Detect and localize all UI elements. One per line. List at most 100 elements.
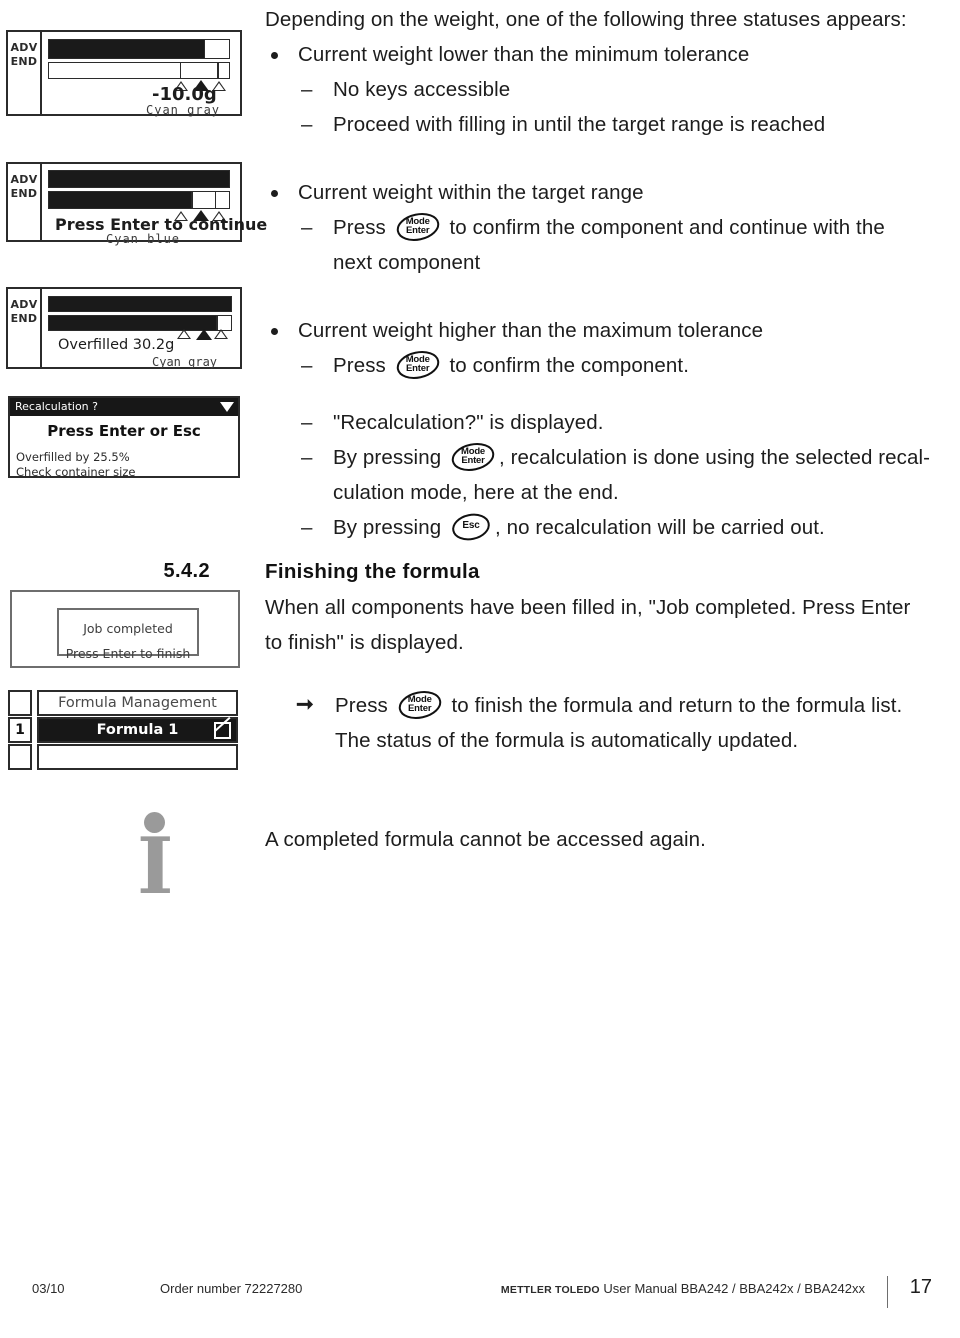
by-pressing-label: By pressing [333,516,442,539]
progress-bar-bottom [48,191,230,209]
info-icon: I [137,812,174,912]
action-status-updated: The status of the formula is automatical… [265,723,955,758]
action-press-finish: ➞ Press Mode Enter to finish the formula… [265,688,955,723]
dialog-title: Recalculation ? [15,400,98,413]
sub-item-recalculation-displayed: – "Recalculation?" is displayed. [265,405,955,440]
display-side-indicators: ADV END [8,164,42,240]
dialog-detail-line-1: Overfilled by 25.5% [16,450,130,464]
sub-item-press-confirm: – Press Mode Enter to confirm the compon… [265,348,955,383]
press-label: Press [335,694,388,717]
dash-bullet-icon: – [301,78,313,101]
display-screen: -10.0g Cyan gray [42,32,240,117]
bullet-dot-icon [271,52,278,59]
progress-bar-bottom [48,62,230,79]
mode-enter-key-icon[interactable]: Mode Enter [397,690,443,720]
formula-row-number [8,744,32,770]
dash-bullet-icon: – [301,216,313,239]
display-caption: Cyan blue [106,232,181,246]
display-caption: Cyan gray [152,355,218,369]
formula-list-row-selected[interactable]: 1 Formula 1 [8,717,238,743]
sub-item-proceed-filling: – Proceed with filling in until the targ… [265,107,955,142]
dash-bullet-icon: – [301,113,313,136]
figure-formula-management-list: Formula Management 1 Formula 1 [8,690,238,770]
dash-bullet-icon: – [301,446,313,469]
display-side-indicators: ADV END [8,32,42,114]
mode-enter-key-icon[interactable]: Mode Enter [450,442,496,472]
display-screen: Overfilled 30.2g Cyan gray [42,289,240,369]
section-number: 5.4.2 [163,560,210,582]
bullet-dot-icon [271,190,278,197]
press-confirm-continue-text: to confirm the component and continue wi… [449,216,885,239]
press-confirm-text: to confirm the component. [449,354,690,377]
figure-recalculation-dialog: Recalculation ? Press Enter or Esc Overf… [8,396,240,479]
figure-display-under-tolerance: ADV END -10.0g Cyan gray [6,30,242,117]
page-footer: 03/10 Order number 72227280 METTLER TOLE… [0,1276,960,1308]
display-message: Overfilled 30.2g [58,337,175,353]
progress-bar-top-fill [49,297,231,311]
mode-enter-key-label-bottom: Enter [406,225,430,236]
progress-bar-top [48,39,230,59]
mode-enter-key-label-bottom: Enter [408,703,432,714]
bullet-status-higher-text: Current weight higher than the maximum t… [298,319,764,342]
mode-enter-key-label-bottom: Enter [461,455,485,466]
progress-bar-top [48,296,232,312]
display-side-indicators: ADV END [8,289,42,367]
section-heading: Finishing the formula [265,560,480,583]
formula-row-label[interactable]: Formula 1 [37,717,238,743]
display-caption: Cyan gray [146,103,221,117]
footer-brand-manual: METTLER TOLEDO User Manual BBA242 / BBA2… [501,1281,865,1296]
figure-display-in-tolerance: ADV END Press Enter to continue Cyan blu… [6,162,267,246]
job-completed-line-2: Press Enter to finish [65,646,191,661]
formula-list-header-row: Formula Management [8,690,238,716]
note-text: A completed formula cannot be accessed a… [265,822,955,857]
indicator-adv: ADV [10,298,38,311]
sub-item-proceed-filling-text: Proceed with filling in until the target… [333,113,826,136]
dialog-prompt: Press Enter or Esc [47,422,201,440]
figure-display-over-tolerance: ADV END Overfilled 30.2g Cyan gray [6,287,242,369]
dialog-detail-line-2: Check container size [16,465,136,479]
mode-enter-key-icon[interactable]: Mode Enter [395,350,441,380]
dialog-titlebar: Recalculation ? [10,398,238,416]
footer-brand: METTLER TOLEDO [500,1284,600,1296]
footer-page-number: 17 [909,1276,932,1298]
by-pressing-label: By pressing [333,446,442,469]
formula-list-row-empty[interactable] [8,744,238,770]
action-press-finish-text: to finish the formula and return to the … [451,694,903,717]
tolerance-divider-left [191,192,193,208]
checkbox-slash-icon[interactable] [214,722,231,739]
progress-bar-top-fill [49,171,229,187]
footer-date: 03/10 [32,1281,65,1296]
progress-bar-top-fill [49,40,204,58]
section-paragraph: When all components have been filled in,… [265,590,955,660]
progress-bar-bottom-fill [49,316,217,330]
formula-row-label[interactable] [37,744,238,770]
recalculation-displayed-text: "Recalculation?" is displayed. [333,411,604,434]
bullet-status-within: Current weight within the target range [265,175,955,210]
footer-divider [887,1276,888,1308]
press-label: Press [333,354,386,377]
formula-row-label-text: Formula 1 [96,722,179,738]
display-screen: Press Enter to continue Cyan blue [42,164,267,246]
bullet-status-lower-text: Current weight lower than the minimum to… [298,43,750,66]
press-enter-recalc-text: , recalculation is done using the select… [499,446,931,469]
progress-bar-top [48,170,230,188]
action-status-updated-text: The status of the formula is automatical… [335,729,799,752]
arrow-bullet-icon: ➞ [296,693,314,716]
sub-item-press-enter-recalc: – By pressing Mode Enter , recalculation… [265,440,955,475]
esc-key-label: Esc [462,520,480,531]
indicator-adv: ADV [10,173,38,186]
chevron-down-icon[interactable] [220,402,234,412]
esc-key-icon[interactable]: Esc [450,512,492,542]
mode-enter-key-icon[interactable]: Mode Enter [395,212,441,242]
section-action-block: ➞ Press Mode Enter to finish the formula… [265,688,955,758]
progress-bar-top-divider [203,40,206,58]
sub-item-no-keys: – No keys accessible [265,72,955,107]
footer-manual-title: User Manual BBA242 / BBA242x / BBA242xx [603,1281,865,1296]
sub-item-press-confirm-continue: – Press Mode Enter to confirm the compon… [265,210,955,245]
press-label: Press [333,216,386,239]
info-icon-stem: I [137,821,174,912]
bullet-status-lower: Current weight lower than the minimum to… [265,37,955,72]
indicator-adv: ADV [10,41,38,54]
indicator-end: END [10,55,38,68]
bullet-dot-icon [271,328,278,335]
